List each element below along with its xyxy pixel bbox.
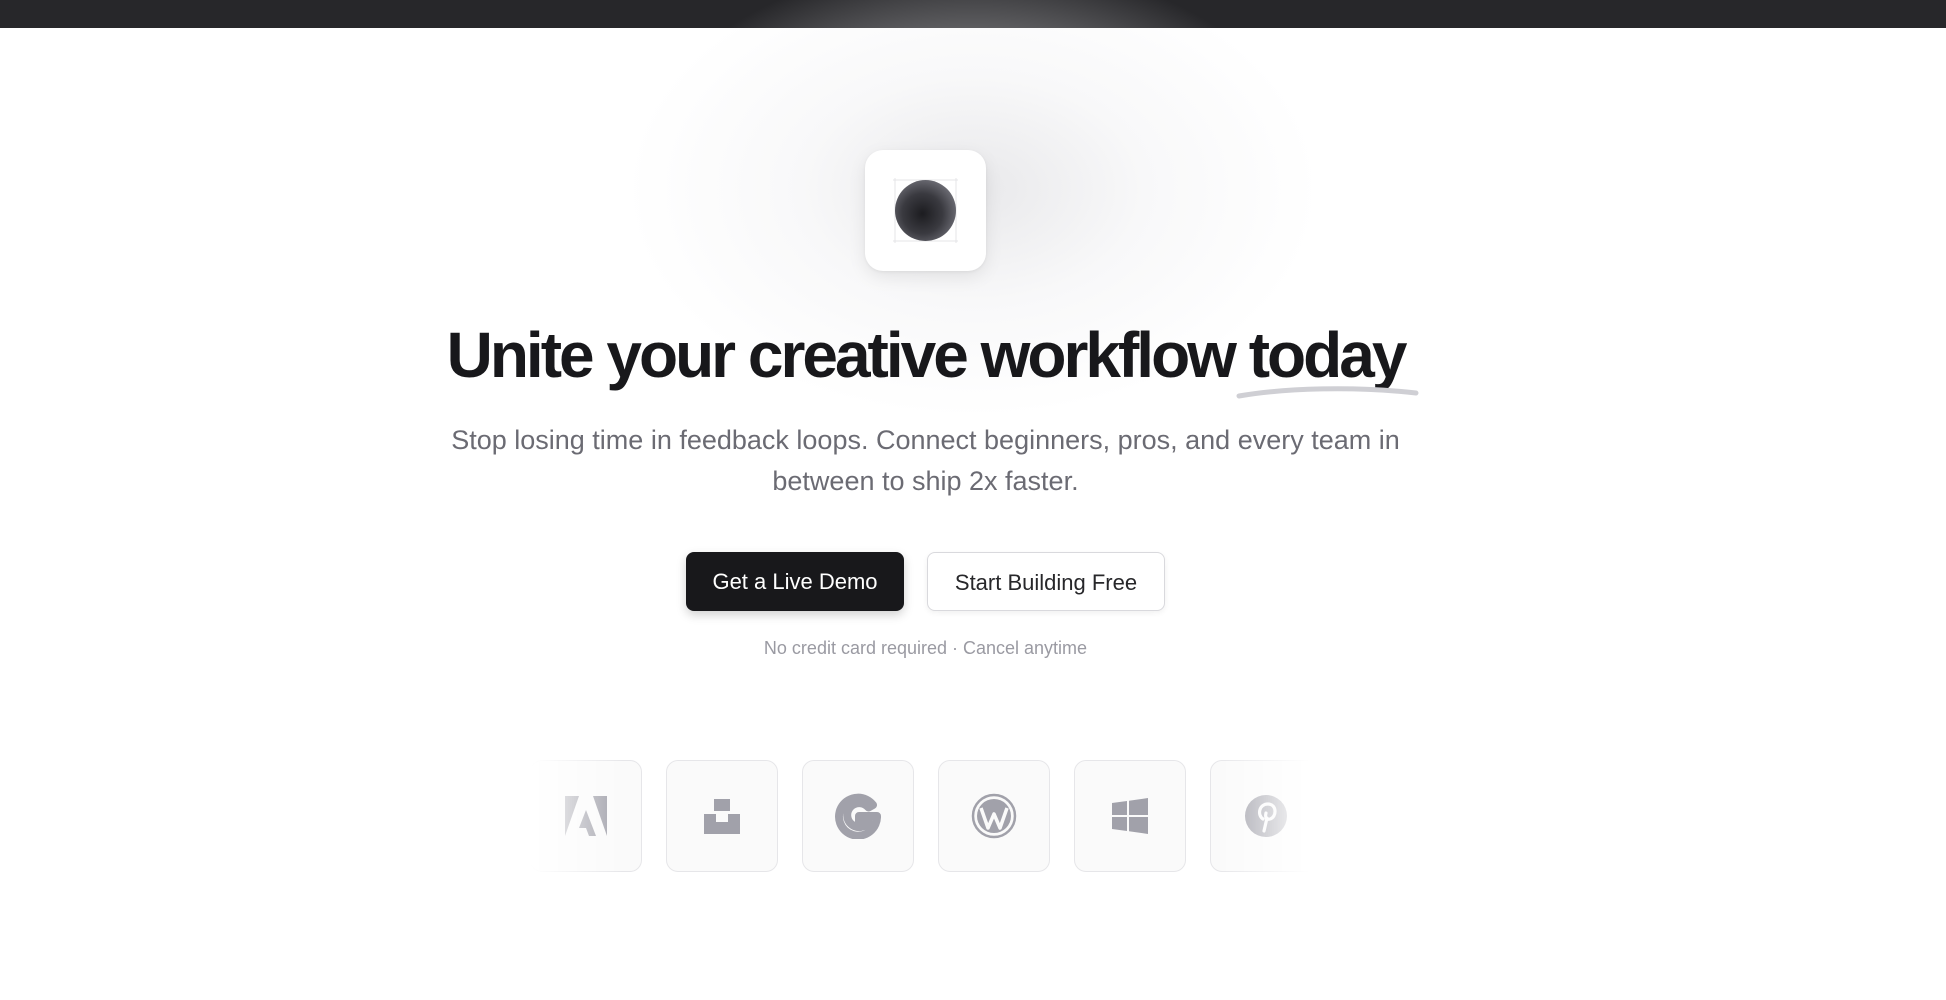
adobe-icon (565, 796, 607, 836)
partner-logos-strip (530, 760, 1322, 873)
hero-headline: Unite your creative workflow today (0, 318, 1851, 399)
google-icon (835, 793, 881, 839)
headline-emphasis-text: today (1248, 319, 1408, 391)
logo-card-adobe (530, 760, 642, 872)
no-credit-card-note: No credit card required · Cancel anytime (763, 638, 1088, 658)
unsplash-icon (704, 799, 740, 834)
logo-card-wordpress (938, 760, 1050, 872)
brand-logo-tile (865, 150, 986, 271)
headline-main-text: Unite your creative workflow (446, 319, 1249, 391)
headline-emphasis: today (1236, 318, 1419, 399)
brand-orb-icon (893, 178, 958, 243)
logo-card-unsplash (666, 760, 778, 872)
logo-card-windows (1074, 760, 1186, 872)
hero-subtitle: Stop losing time in feedback loops. Conn… (451, 425, 1400, 496)
windows-icon (1112, 798, 1148, 834)
get-live-demo-button[interactable]: Get a Live Demo (686, 552, 904, 611)
logo-card-pinterest (1210, 760, 1322, 872)
wordpress-icon (971, 793, 1017, 839)
underline-swash-icon (1236, 386, 1419, 399)
pinterest-icon (1245, 795, 1287, 837)
logo-card-google (802, 760, 914, 872)
start-building-free-button[interactable]: Start Building Free (927, 552, 1165, 611)
